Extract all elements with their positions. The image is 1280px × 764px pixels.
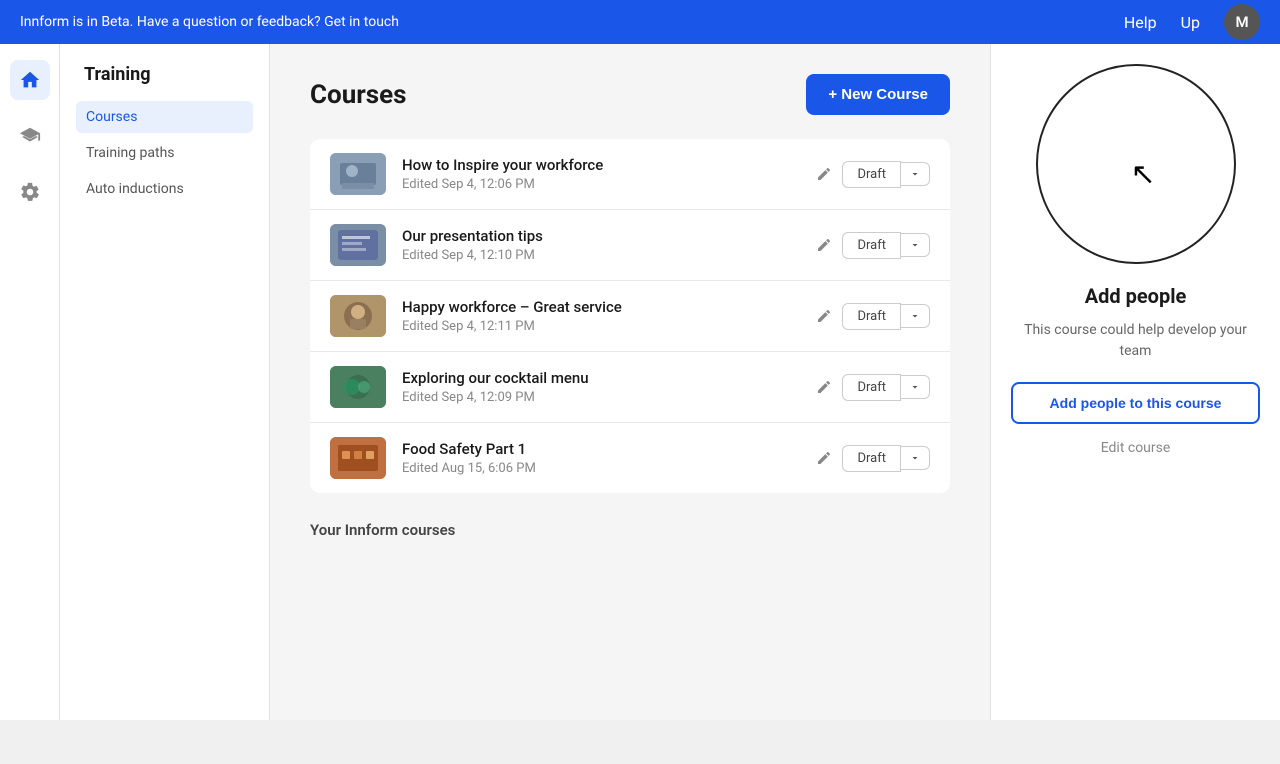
add-people-button[interactable]: Add people to this course [1011,382,1260,424]
course-info: How to Inspire your workforce Edited Sep… [402,156,796,192]
status-dropdown-button[interactable] [901,233,930,257]
status-badge[interactable]: Draft [842,445,901,472]
sidebar-settings-icon[interactable] [10,172,50,212]
course-edited: Edited Sep 4, 12:10 PM [402,248,796,263]
status-dropdown-button[interactable] [901,446,930,470]
upgrade-link[interactable]: Up [1181,13,1200,32]
course-edit-button[interactable] [812,233,836,257]
add-people-description: This course could help develop your team [1011,320,1260,362]
top-banner: Innform is in Beta. Have a question or f… [0,0,1280,44]
course-info: Food Safety Part 1 Edited Aug 15, 6:06 P… [402,440,796,476]
course-thumbnail [330,224,386,266]
course-name: How to Inspire your workforce [402,156,796,174]
course-name: Our presentation tips [402,227,796,245]
course-info: Our presentation tips Edited Sep 4, 12:1… [402,227,796,263]
course-edited: Edited Sep 4, 12:09 PM [402,390,796,405]
right-panel: ↖ Add people This course could help deve… [990,44,1280,720]
course-actions: Draft [812,161,930,188]
sidebar-item-auto-inductions[interactable]: Auto inductions [76,173,253,205]
status-badge-wrap: Draft [842,161,930,188]
sidebar-item-courses[interactable]: Courses [76,101,253,133]
edit-course-link[interactable]: Edit course [1101,440,1171,456]
status-badge[interactable]: Draft [842,303,901,330]
courses-header: Courses + New Course [310,74,950,115]
course-item: How to Inspire your workforce Edited Sep… [310,139,950,210]
course-thumbnail [330,153,386,195]
status-dropdown-button[interactable] [901,375,930,399]
course-name: Exploring our cocktail menu [402,369,796,387]
new-course-button[interactable]: + New Course [806,74,950,115]
course-edit-button[interactable] [812,446,836,470]
course-edit-button[interactable] [812,162,836,186]
course-edited: Edited Sep 4, 12:06 PM [402,177,796,192]
course-edited: Edited Aug 15, 6:06 PM [402,461,796,476]
cursor-icon: ↖ [1130,157,1155,192]
course-actions: Draft [812,445,930,472]
cursor-illustration: ↖ [1036,64,1236,264]
sidebar-home-icon[interactable] [10,60,50,100]
course-item: Exploring our cocktail menu Edited Sep 4… [310,352,950,423]
course-name: Food Safety Part 1 [402,440,796,458]
course-actions: Draft [812,232,930,259]
course-list: How to Inspire your workforce Edited Sep… [310,139,950,493]
main-content: Courses + New Course How to Inspire your… [270,44,990,720]
status-dropdown-button[interactable] [901,304,930,328]
add-people-title: Add people [1085,284,1187,308]
sidebar-item-training-paths[interactable]: Training paths [76,137,253,169]
status-badge[interactable]: Draft [842,232,901,259]
icon-sidebar [0,44,60,720]
status-badge-wrap: Draft [842,303,930,330]
status-badge-wrap: Draft [842,374,930,401]
course-name: Happy workforce – Great service [402,298,796,316]
course-info: Exploring our cocktail menu Edited Sep 4… [402,369,796,405]
page-title: Courses [310,80,407,110]
course-item: Food Safety Part 1 Edited Aug 15, 6:06 P… [310,423,950,493]
help-link[interactable]: Help [1124,13,1157,32]
status-badge-wrap: Draft [842,445,930,472]
course-item: Our presentation tips Edited Sep 4, 12:1… [310,210,950,281]
sidebar-training-icon[interactable] [10,116,50,156]
course-info: Happy workforce – Great service Edited S… [402,298,796,334]
status-badge[interactable]: Draft [842,161,901,188]
your-innform-label: Your Innform courses [310,521,950,539]
course-thumbnail [330,437,386,479]
course-item: Happy workforce – Great service Edited S… [310,281,950,352]
course-actions: Draft [812,303,930,330]
course-thumbnail [330,295,386,337]
course-edited: Edited Sep 4, 12:11 PM [402,319,796,334]
status-badge[interactable]: Draft [842,374,901,401]
status-badge-wrap: Draft [842,232,930,259]
banner-text: Innform is in Beta. Have a question or f… [20,14,399,30]
course-edit-button[interactable] [812,304,836,328]
user-avatar[interactable]: M [1224,4,1260,40]
course-thumbnail [330,366,386,408]
status-dropdown-button[interactable] [901,162,930,186]
course-actions: Draft [812,374,930,401]
course-edit-button[interactable] [812,375,836,399]
nav-section-title: Training [76,64,253,85]
nav-sidebar: Training Courses Training paths Auto ind… [60,44,270,720]
